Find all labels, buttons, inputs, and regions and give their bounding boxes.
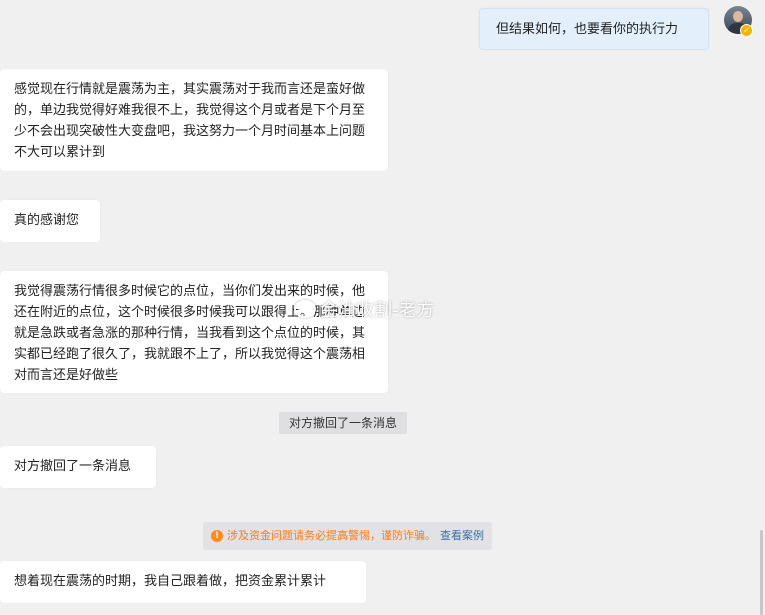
fraud-warning: ! 涉及资金问题请务必提高警惕，谨防诈骗。 查看案例 [203,522,492,550]
incoming-message[interactable]: 感觉现在行情就是震荡为主，其实震荡对于我而言还是蛮好做的，单边我觉得好难我很不上… [0,69,388,171]
scrollbar[interactable] [760,530,763,615]
incoming-message[interactable]: 想着现在震荡的时期，我自己跟着做，把资金累计累计 [0,561,366,603]
outgoing-message[interactable]: 但结果如何，也要看你的执行力 [479,8,709,50]
avatar-head [733,11,743,22]
incoming-message[interactable]: 对方撤回了一条消息 [0,446,156,488]
recall-notice: 对方撤回了一条消息 [279,412,408,434]
chat-window: 但结果如何，也要看你的执行力 ✓ 感觉现在行情就是震荡为主，其实震荡对于我而言还… [0,0,765,615]
verified-badge-icon: ✓ [740,24,753,37]
warning-text: 涉及资金问题请务必提高警惕，谨防诈骗。 [227,529,436,542]
view-cases-link[interactable]: 查看案例 [440,522,484,550]
incoming-message[interactable]: 真的感谢您 [0,200,100,242]
incoming-message[interactable]: 我觉得震荡行情很多时候它的点位，当你们发出来的时候，他还在附近的点位，这个时候很… [0,271,388,393]
warning-icon: ! [211,530,223,542]
